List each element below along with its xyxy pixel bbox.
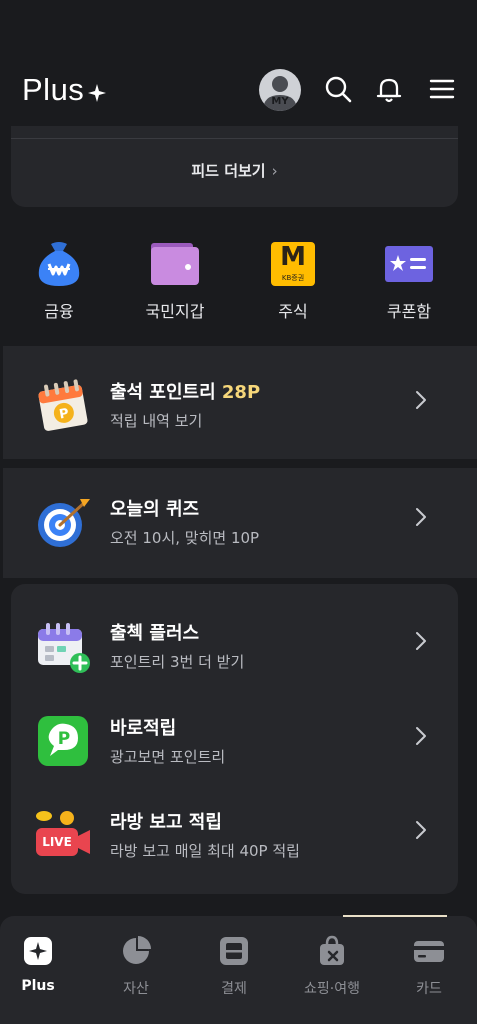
- point-highlight: 28P: [221, 382, 261, 403]
- search-icon[interactable]: [323, 74, 353, 104]
- pie-chart-icon: [123, 936, 151, 964]
- shortcut-coupon[interactable]: 쿠폰함: [359, 240, 459, 322]
- row-subtitle: 라방 보고 매일 최대 40P 적립: [110, 842, 300, 860]
- p-chat-icon: P: [38, 716, 88, 766]
- nav-label: Plus: [21, 978, 55, 994]
- rewards-card: 출첵 플러스 포인트리 3번 더 받기 P 바로적립 광고보면 포인트리 LIV…: [11, 584, 458, 894]
- nav-label: 쇼핑·여행: [304, 981, 360, 997]
- list-item[interactable]: P 출석 포인트리 28P 적립 내역 보기: [0, 358, 477, 448]
- card-icon: [414, 941, 444, 962]
- row-title: 출첵 플러스: [110, 623, 200, 644]
- chevron-right-icon: [416, 821, 426, 839]
- nav-tab-card[interactable]: 카드: [389, 934, 469, 998]
- nav-tab-shopping[interactable]: 쇼핑·여행: [292, 934, 372, 998]
- chevron-right-icon: [416, 632, 426, 650]
- nav-accent-line: [343, 915, 447, 917]
- feed-card: 피드 더보기 ›: [11, 126, 458, 207]
- shortcut-finance[interactable]: 금융: [9, 240, 109, 322]
- avatar-label: MY: [271, 96, 289, 107]
- plus-star-icon: [24, 937, 52, 965]
- attendance-calendar-icon: P: [38, 379, 88, 431]
- row-title: 라방 보고 적립: [110, 812, 222, 833]
- avatar[interactable]: MY: [259, 69, 301, 111]
- live-badge: LIVE: [42, 835, 72, 849]
- nav-tab-plus[interactable]: Plus: [0, 934, 78, 994]
- attendance-card: P 출석 포인트리 28P 적립 내역 보기: [3, 346, 477, 459]
- calendar-plus-icon: [38, 623, 90, 673]
- shortcut-label: 주식: [278, 302, 308, 321]
- shortcut-label: 금융: [44, 302, 74, 321]
- bottom-nav: Plus 자산 결제 쇼핑·여행 카드: [0, 915, 477, 1024]
- list-item[interactable]: LIVE 라방 보고 적립 라방 보고 매일 최대 40P 적립: [0, 788, 477, 878]
- shortcut-stock[interactable]: M KB증권 주식: [243, 240, 343, 322]
- feed-more-button[interactable]: 피드 더보기 ›: [11, 160, 458, 181]
- app-logo[interactable]: Plus: [22, 72, 107, 108]
- chevron-right-icon: [416, 391, 426, 409]
- shortcut-wallet[interactable]: 국민지갑: [125, 240, 225, 322]
- shortcut-row: 금융 국민지갑 M KB증권 주식 쿠폰함: [0, 240, 477, 330]
- row-title: 바로적립: [110, 718, 177, 739]
- chevron-right-icon: ›: [271, 162, 278, 180]
- bell-icon[interactable]: [374, 74, 404, 104]
- shortcut-label: 국민지갑: [145, 302, 205, 321]
- nav-label: 자산: [123, 981, 149, 997]
- nav-label: 결제: [221, 981, 247, 997]
- live-camera-icon: LIVE: [34, 806, 92, 864]
- shopping-bag-icon: [320, 935, 344, 965]
- feed-more-label: 피드 더보기: [191, 162, 266, 180]
- nav-tab-assets[interactable]: 자산: [96, 934, 176, 998]
- divider: [11, 138, 458, 139]
- row-subtitle: 광고보면 포인트리: [110, 748, 226, 766]
- coupon-icon: [385, 246, 433, 282]
- row-subtitle: 적립 내역 보기: [110, 412, 203, 430]
- svg-text:P: P: [58, 729, 70, 749]
- scan-icon: [220, 937, 248, 965]
- row-title-text: 출석 포인트리: [110, 382, 222, 403]
- kb-badge-letter: M: [280, 242, 306, 272]
- shortcut-label: 쿠폰함: [386, 302, 432, 321]
- nav-label: 카드: [416, 981, 442, 997]
- logo-star-icon: [88, 84, 107, 102]
- nav-tab-payment[interactable]: 결제: [194, 934, 274, 998]
- kb-badge-sub: KB증권: [281, 274, 305, 282]
- row-title: 출석 포인트리 28P: [110, 378, 260, 404]
- list-item[interactable]: P 바로적립 광고보면 포인트리: [0, 694, 477, 784]
- logo-text: Plus: [22, 72, 85, 107]
- wallet-icon: [151, 243, 199, 285]
- money-bag-icon: [38, 242, 80, 286]
- menu-icon[interactable]: [427, 74, 457, 104]
- list-item[interactable]: 출첵 플러스 포인트리 3번 더 받기: [0, 599, 477, 689]
- target-icon: [38, 499, 90, 547]
- row-subtitle: 포인트리 3번 더 받기: [110, 653, 245, 671]
- chevron-right-icon: [416, 508, 426, 526]
- quiz-card: 오늘의 퀴즈 오전 10시, 맞히면 10P: [3, 468, 477, 578]
- app-screen: Plus MY 피드 더보기 › 금융 국민지갑 M KB증권 주식 쿠폰함 P…: [0, 0, 477, 1024]
- row-subtitle: 오전 10시, 맞히면 10P: [110, 529, 260, 547]
- chevron-right-icon: [416, 727, 426, 745]
- header: Plus MY: [0, 60, 477, 120]
- list-item[interactable]: 오늘의 퀴즈 오전 10시, 맞히면 10P: [0, 475, 477, 565]
- row-title: 오늘의 퀴즈: [110, 499, 200, 520]
